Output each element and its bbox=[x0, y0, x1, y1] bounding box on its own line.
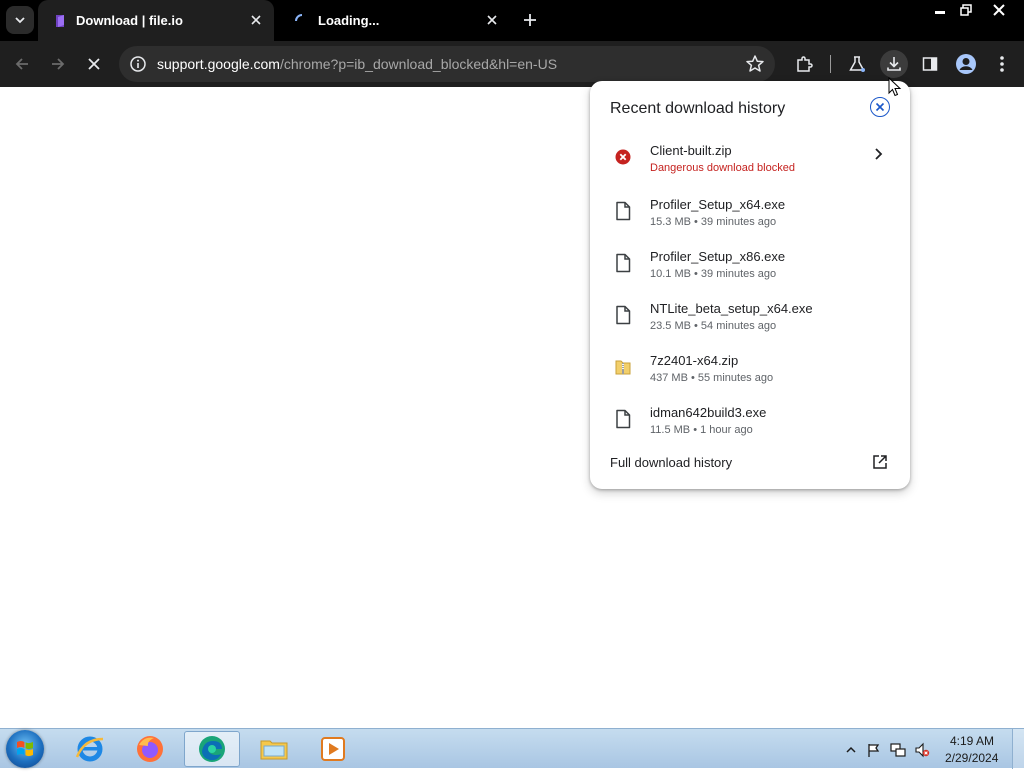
fileio-favicon-icon bbox=[56, 14, 64, 27]
full-download-history-label: Full download history bbox=[610, 455, 733, 470]
download-item[interactable]: Profiler_Setup_x64.exe 15.3 MB • 39 minu… bbox=[590, 191, 910, 239]
clock-time[interactable]: 4:19 AM bbox=[950, 734, 994, 748]
download-icon bbox=[887, 57, 901, 71]
download-meta: 15.3 MB • 39 minutes ago bbox=[650, 216, 777, 228]
url-text: support.google.com/chrome?p=ib_download_… bbox=[157, 56, 557, 72]
download-meta: 10.1 MB • 39 minutes ago bbox=[650, 268, 777, 280]
minimize-icon bbox=[935, 11, 945, 14]
show-hidden-icons-icon[interactable] bbox=[843, 742, 859, 758]
download-meta: 23.5 MB • 54 minutes ago bbox=[650, 320, 777, 332]
download-item[interactable]: idman642build3.exe 11.5 MB • 1 hour ago bbox=[590, 399, 910, 447]
taskbar-firefox[interactable] bbox=[122, 731, 178, 767]
taskbar-internet-explorer[interactable] bbox=[62, 731, 118, 767]
zip-folder-icon bbox=[615, 360, 631, 375]
chevron-right-icon[interactable] bbox=[870, 146, 886, 162]
internet-explorer-icon bbox=[75, 736, 104, 762]
plus-icon bbox=[524, 14, 536, 26]
download-meta: 11.5 MB • 1 hour ago bbox=[650, 424, 753, 436]
restore-button[interactable] bbox=[952, 0, 980, 20]
file-icon bbox=[616, 253, 631, 273]
new-tab-button[interactable] bbox=[518, 8, 542, 32]
clock-date[interactable]: 2/29/2024 bbox=[945, 751, 998, 765]
open-in-new-icon bbox=[873, 455, 887, 469]
profile-button[interactable] bbox=[952, 50, 980, 78]
close-icon bbox=[993, 4, 1005, 16]
minimize-button[interactable] bbox=[926, 0, 954, 20]
bookmark-star-icon[interactable] bbox=[745, 54, 765, 74]
flask-icon bbox=[849, 56, 865, 72]
address-bar[interactable]: support.google.com/chrome?p=ib_download_… bbox=[119, 46, 775, 82]
download-filename: NTLite_beta_setup_x64.exe bbox=[650, 301, 813, 316]
windows-taskbar: 4:19 AM 2/29/2024 bbox=[0, 728, 1024, 769]
stop-loading-button[interactable] bbox=[80, 50, 108, 78]
forward-arrow-icon bbox=[52, 58, 65, 70]
close-icon bbox=[487, 15, 497, 25]
side-panel-button[interactable] bbox=[916, 50, 944, 78]
close-icon bbox=[875, 102, 885, 112]
full-download-history-link[interactable]: Full download history bbox=[590, 445, 910, 481]
back-arrow-icon bbox=[15, 58, 28, 70]
file-icon bbox=[616, 409, 631, 429]
media-player-icon bbox=[321, 737, 345, 761]
action-center-flag-icon[interactable] bbox=[866, 742, 882, 758]
tab-close-button[interactable] bbox=[248, 12, 264, 28]
download-filename: Profiler_Setup_x86.exe bbox=[650, 249, 786, 264]
extensions-button[interactable] bbox=[790, 50, 818, 78]
downloads-bubble: Recent download history Client-built.zip… bbox=[590, 81, 910, 489]
download-filename: Profiler_Setup_x64.exe bbox=[650, 197, 786, 212]
download-status: Dangerous download blocked bbox=[650, 162, 795, 174]
tab-loading[interactable]: Loading... bbox=[284, 0, 510, 41]
file-icon bbox=[616, 201, 631, 221]
network-icon[interactable] bbox=[890, 742, 906, 758]
url-host: support.google.com bbox=[157, 56, 280, 72]
taskbar-media-player[interactable] bbox=[306, 731, 362, 767]
kebab-menu-icon bbox=[1000, 56, 1004, 72]
downloads-close-button[interactable] bbox=[870, 97, 890, 117]
download-filename: Client-built.zip bbox=[650, 143, 732, 158]
file-icon bbox=[616, 305, 631, 325]
back-button[interactable] bbox=[8, 50, 36, 78]
toolbar-divider bbox=[830, 55, 831, 73]
windows-logo-icon bbox=[17, 741, 33, 757]
url-path: /chrome?p=ib_download_blocked&hl=en-US bbox=[279, 56, 558, 72]
warning-error-icon bbox=[615, 149, 631, 165]
firefox-icon bbox=[137, 736, 163, 762]
download-item[interactable]: Client-built.zip Dangerous download bloc… bbox=[590, 137, 910, 185]
edge-icon bbox=[199, 736, 225, 762]
close-window-button[interactable] bbox=[984, 0, 1014, 20]
close-icon bbox=[251, 15, 261, 25]
menu-button[interactable] bbox=[988, 50, 1016, 78]
stop-icon bbox=[88, 58, 100, 70]
download-item[interactable]: 7z2401-x64.zip 437 MB • 55 minutes ago bbox=[590, 347, 910, 395]
tab-fileio[interactable]: Download | file.io bbox=[38, 0, 274, 41]
forward-button[interactable] bbox=[44, 50, 72, 78]
tab-title: Loading... bbox=[318, 13, 380, 28]
loading-spinner-icon bbox=[295, 13, 303, 21]
site-info-icon[interactable] bbox=[129, 55, 147, 73]
downloads-bubble-title: Recent download history bbox=[610, 100, 786, 117]
download-filename: idman642build3.exe bbox=[650, 405, 767, 420]
restore-icon bbox=[960, 4, 972, 16]
downloads-button[interactable] bbox=[880, 50, 908, 78]
chevron-down-icon bbox=[15, 17, 25, 24]
tab-title: Download | file.io bbox=[76, 13, 183, 28]
tab-search-button[interactable] bbox=[6, 6, 34, 34]
file-explorer-icon bbox=[260, 740, 288, 760]
download-item[interactable]: NTLite_beta_setup_x64.exe 23.5 MB • 54 m… bbox=[590, 295, 910, 343]
taskbar-edge[interactable] bbox=[184, 731, 240, 767]
avatar-icon bbox=[956, 54, 976, 74]
mouse-cursor-icon bbox=[888, 77, 902, 97]
download-filename: 7z2401-x64.zip bbox=[650, 353, 739, 368]
side-panel-icon bbox=[922, 57, 938, 71]
start-button[interactable] bbox=[6, 730, 44, 768]
download-item[interactable]: Profiler_Setup_x86.exe 10.1 MB • 39 minu… bbox=[590, 243, 910, 291]
puzzle-icon bbox=[797, 56, 813, 72]
show-desktop-button[interactable] bbox=[1012, 729, 1024, 769]
tab-strip: Download | file.io Loading... bbox=[0, 0, 1024, 41]
volume-muted-icon[interactable] bbox=[914, 742, 930, 758]
download-meta: 437 MB • 55 minutes ago bbox=[650, 372, 774, 384]
labs-button[interactable] bbox=[843, 50, 871, 78]
taskbar-file-explorer[interactable] bbox=[246, 731, 302, 767]
tab-close-button[interactable] bbox=[484, 12, 500, 28]
